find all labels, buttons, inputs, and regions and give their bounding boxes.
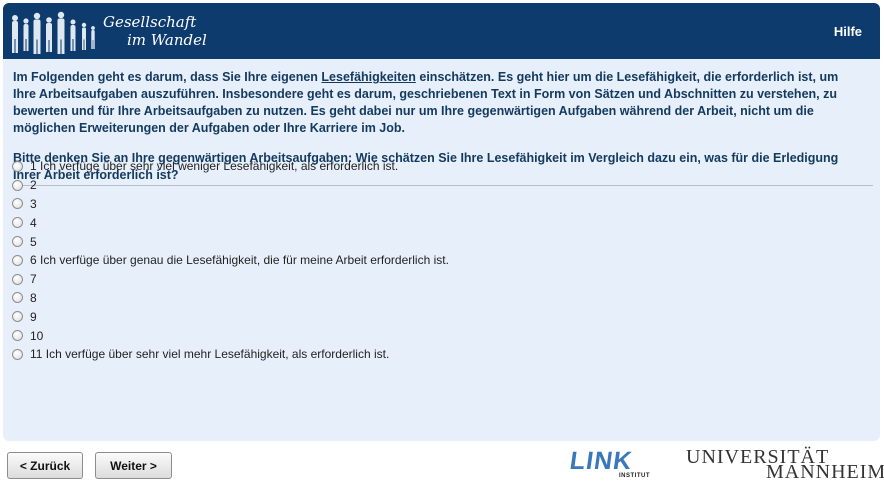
option-8[interactable]: 8 bbox=[12, 289, 449, 308]
link-logo-text: LINK bbox=[568, 447, 635, 475]
radio-button[interactable] bbox=[12, 311, 23, 323]
back-button[interactable]: < Zurück bbox=[7, 452, 83, 479]
site-logo-text: Gesellschaft im Wandel bbox=[103, 13, 207, 49]
uni-logo-line-2: MANNHEIM bbox=[766, 461, 884, 483]
option-label: 7 bbox=[30, 272, 37, 287]
radio-button[interactable] bbox=[12, 254, 23, 266]
radio-button[interactable] bbox=[12, 179, 23, 191]
option-label: 8 bbox=[30, 290, 37, 305]
next-button[interactable]: Weiter > bbox=[95, 452, 172, 479]
option-9[interactable]: 9 bbox=[12, 307, 449, 326]
option-label: 2 bbox=[30, 178, 37, 193]
logo-line-1: Gesellschaft bbox=[103, 13, 197, 31]
option-6[interactable]: 6 Ich verfüge über genau die Lesefähigke… bbox=[12, 251, 449, 270]
radio-button[interactable] bbox=[12, 198, 23, 210]
option-label: 9 bbox=[30, 309, 37, 324]
intro-part-1: Im Folgenden geht es darum, dass Sie Ihr… bbox=[13, 70, 322, 84]
option-3[interactable]: 3 bbox=[12, 195, 449, 214]
radio-button[interactable] bbox=[12, 273, 23, 285]
universitaet-mannheim-logo: UNIVERSITÄT MANNHEIM bbox=[686, 446, 884, 483]
option-label: 1 Ich verfüge über sehr viel weniger Les… bbox=[30, 159, 399, 174]
radio-button[interactable] bbox=[12, 236, 23, 248]
intro-text: Im Folgenden geht es darum, dass Sie Ihr… bbox=[13, 69, 855, 137]
radio-button[interactable] bbox=[12, 348, 23, 360]
option-7[interactable]: 7 bbox=[12, 270, 449, 289]
option-label: 4 bbox=[30, 215, 37, 230]
option-label: 10 bbox=[30, 328, 44, 343]
option-label: 3 bbox=[30, 196, 37, 211]
option-1[interactable]: 1 Ich verfüge über sehr viel weniger Les… bbox=[12, 157, 449, 176]
radio-button[interactable] bbox=[12, 160, 23, 172]
help-link[interactable]: Hilfe bbox=[834, 24, 862, 39]
option-5[interactable]: 5 bbox=[12, 232, 449, 251]
logo-line-2: im Wandel bbox=[127, 31, 207, 49]
link-logo-subtext: INSTITUT bbox=[619, 473, 650, 479]
option-label: 11 Ich verfüge über sehr viel mehr Lesef… bbox=[30, 347, 390, 362]
option-10[interactable]: 10 bbox=[12, 326, 449, 345]
lesefaehigkeiten-link[interactable]: Lesefähigkeiten bbox=[321, 70, 415, 84]
link-institut-logo: LINK INSTITUT bbox=[568, 447, 652, 479]
radio-button[interactable] bbox=[12, 217, 23, 229]
option-4[interactable]: 4 bbox=[12, 213, 449, 232]
option-11[interactable]: 11 Ich verfüge über sehr viel mehr Lesef… bbox=[12, 345, 449, 364]
radio-button[interactable] bbox=[12, 330, 23, 342]
people-silhouette-icon bbox=[12, 11, 95, 54]
option-2[interactable]: 2 bbox=[12, 176, 449, 195]
option-label: 6 Ich verfüge über genau die Lesefähigke… bbox=[30, 253, 449, 268]
answer-options: 1 Ich verfüge über sehr viel weniger Les… bbox=[12, 157, 449, 364]
radio-button[interactable] bbox=[12, 292, 23, 304]
header-bar: Gesellschaft im Wandel Hilfe bbox=[3, 3, 880, 59]
option-label: 5 bbox=[30, 234, 37, 249]
